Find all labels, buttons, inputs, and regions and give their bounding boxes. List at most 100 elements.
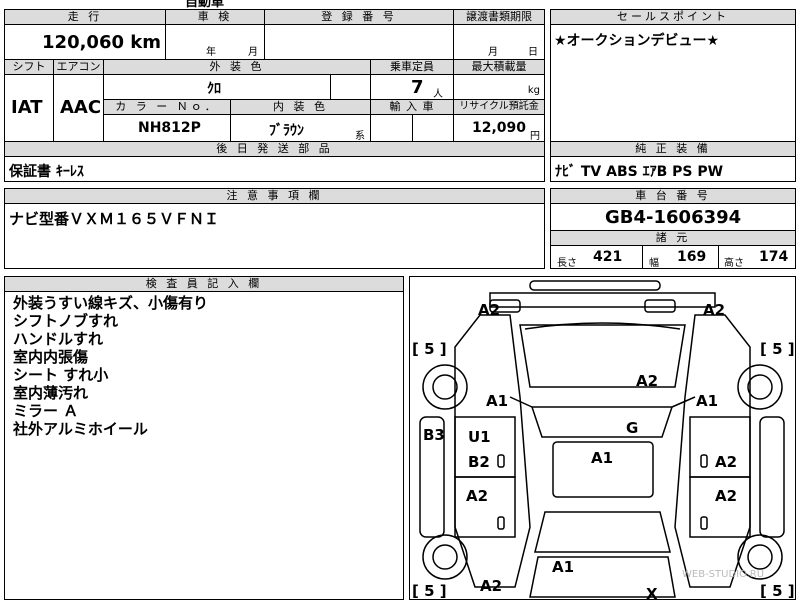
tire-rl-mark: 5: [424, 582, 435, 600]
inspector-note-line: 室内薄汚れ: [13, 384, 89, 402]
mark-roof: A1: [591, 449, 614, 467]
inspector-note-line: 外装うすい線キズ、小傷有り: [13, 294, 209, 312]
import-cell-2: [412, 114, 454, 142]
inspector-notes-cell: 外装うすい線キズ、小傷有り シフトノブすれ ハンドルすれ 室内内張傷 シート す…: [4, 291, 404, 600]
registration-cell: [264, 24, 454, 60]
chassis-value: GB4-1606394: [605, 207, 742, 228]
later-parts-cell: 保証書 ｷｰﾚｽ: [4, 156, 545, 182]
transfer-deadline-header: 譲渡書類期限: [453, 9, 545, 25]
inspector-note-line: ミラー Ａ: [13, 402, 79, 420]
specs-height-label: 高さ: [724, 258, 744, 269]
mark-door-rl: A2: [466, 487, 489, 505]
shift-header: シフト: [4, 59, 54, 75]
shift-cell: IAT: [4, 74, 54, 142]
max-load-header: 最大積載量: [453, 59, 545, 75]
specs-length-label: 長さ: [557, 258, 577, 269]
color-no-header: カ ラ ー Ｎｏ．: [103, 99, 231, 115]
mark-door-fr: A2: [715, 453, 738, 471]
inspection-cell: 年 月: [165, 24, 265, 60]
max-load-unit: kg: [527, 85, 540, 96]
sales-point-header: セールスポイント: [550, 9, 796, 25]
watermark: WEB-STUDIO.RU: [682, 569, 765, 580]
tire-rl-label: [ 5 ]: [412, 582, 447, 600]
chassis-cell: GB4-1606394: [550, 203, 796, 231]
mark-front-left-corner: A2: [478, 301, 501, 319]
inspection-header: 車 検: [165, 9, 265, 25]
mark-windshield: G: [626, 419, 639, 437]
recycle-value: 12,090: [472, 120, 527, 136]
registration-header: 登 録 番 号: [264, 9, 454, 25]
tire-fl-mark: 5: [424, 340, 435, 358]
transfer-month-label: 月: [488, 47, 498, 58]
specs-length-cell: 長さ 421: [550, 245, 643, 269]
mark-front-right-corner: A2: [703, 301, 726, 319]
inspection-month-label: 月: [248, 47, 258, 58]
specs-height-value: 174: [759, 249, 789, 265]
inspection-year-label: 年: [206, 47, 216, 58]
interior-color-suffix: 系: [355, 131, 365, 142]
equipment-cell: ﾅﾋﾞ TV ABS ｴｱB PS PW: [550, 156, 796, 182]
recycle-cell: 12,090 円: [453, 114, 545, 142]
tire-rr-mark: 5: [772, 582, 783, 600]
color-no-cell: NH812P: [103, 114, 231, 142]
tire-rr-label: [ 5 ]: [760, 582, 795, 600]
inspector-notes-header: 検 査 員 記 入 欄: [4, 276, 404, 292]
equipment-value: ﾅﾋﾞ TV ABS ｴｱB PS PW: [555, 164, 724, 180]
later-parts-header: 後 日 発 送 部 品: [4, 141, 545, 157]
recycle-unit: 円: [530, 131, 540, 142]
mark-door-rr: A2: [715, 487, 738, 505]
later-parts-value: 保証書 ｷｰﾚｽ: [9, 164, 84, 180]
transfer-day-label: 日: [528, 47, 538, 58]
exterior-color-header: 外 装 色: [103, 59, 371, 75]
recycle-header: リサイクル預託金: [453, 99, 545, 115]
notice-cell: ナビ型番ＶＸＭ１６５ＶＦＮＩ: [4, 203, 545, 269]
notice-header: 注 意 事 項 欄: [4, 188, 545, 204]
capacity-header: 乗車定員: [370, 59, 454, 75]
inspector-note-line: ハンドルすれ: [13, 330, 104, 348]
specs-width-value: 169: [677, 249, 707, 265]
color-no-value: NH812P: [138, 120, 201, 136]
mark-rear-left: A2: [480, 577, 503, 595]
inspector-note-line: 社外アルミホイール: [13, 420, 148, 438]
specs-width-cell: 幅 169: [642, 245, 719, 269]
sales-point-text: ★オークションデビュー★: [554, 33, 720, 49]
mileage-header: 走 行: [4, 9, 166, 25]
interior-color-cell: ﾌﾞﾗｳﾝ 系: [230, 114, 371, 142]
interior-color-header: 内 装 色: [230, 99, 371, 115]
exterior-color-value: ｸﾛ: [207, 81, 221, 97]
inspector-note-line: 室内内張傷: [13, 348, 89, 366]
sales-point-cell: ★オークションデビュー★: [550, 24, 796, 146]
exterior-color-cell-2: [330, 74, 371, 100]
tire-fl-label: [ 5 ]: [412, 340, 447, 358]
mark-door-fl-bottom: B2: [468, 453, 490, 471]
specs-height-cell: 高さ 174: [718, 245, 796, 269]
aircon-value: AAC: [60, 97, 102, 118]
inspector-note-line: シート すれ小: [13, 366, 109, 384]
tire-fr-mark: 5: [772, 340, 783, 358]
mark-door-fl-top: U1: [468, 428, 491, 446]
mark-fender-right: A1: [696, 392, 719, 410]
mark-left-side: B3: [423, 426, 445, 444]
transfer-deadline-cell: 月 日: [453, 24, 545, 60]
mileage-cell: 120,060 km: [4, 24, 166, 60]
mark-hood: A2: [636, 372, 659, 390]
max-load-cell: kg: [453, 74, 545, 100]
exterior-color-cell: ｸﾛ: [103, 74, 331, 100]
import-header: 輸 入 車: [370, 99, 454, 115]
chassis-header: 車 台 番 号: [550, 188, 796, 204]
equipment-header: 純 正 装 備: [550, 141, 796, 157]
capacity-unit: 人: [433, 89, 443, 100]
interior-color-value: ﾌﾞﾗｳﾝ: [269, 123, 304, 139]
aircon-header: エアコン: [53, 59, 104, 75]
car-diagram-panel: [ 5 ] [ 5 ] [ 5 ] [ 5 ] A2 A2 A2 A1 A1 G…: [409, 276, 796, 602]
capacity-value: 7: [411, 77, 424, 98]
specs-width-label: 幅: [649, 258, 659, 269]
capacity-cell: 7 人: [370, 74, 454, 100]
specs-header: 諸 元: [550, 230, 796, 246]
mark-fender-left: A1: [486, 392, 509, 410]
shift-value: IAT: [11, 97, 43, 118]
import-cell-1: [370, 114, 413, 142]
mileage-value: 120,060 km: [42, 32, 161, 53]
notice-value: ナビ型番ＶＸＭ１６５ＶＦＮＩ: [9, 210, 220, 228]
tire-fr-label: [ 5 ]: [760, 340, 795, 358]
